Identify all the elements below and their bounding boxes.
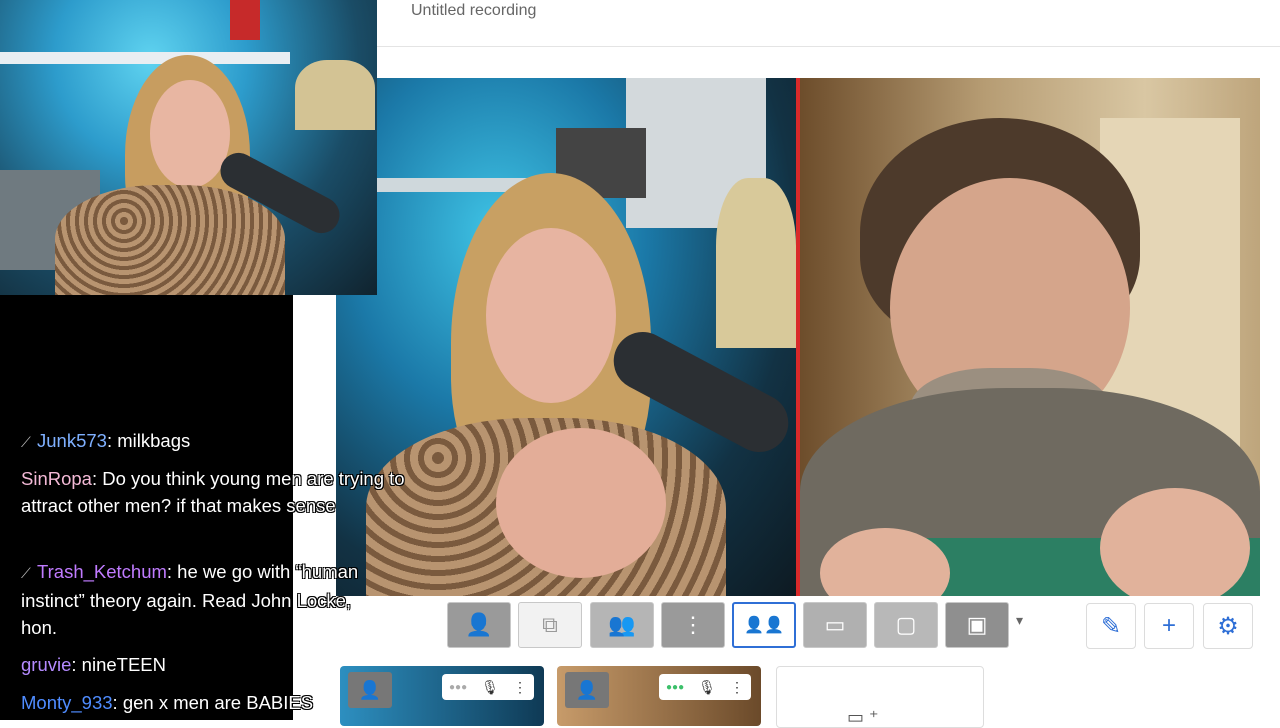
presentation-layout-icon: ▣ bbox=[966, 612, 988, 637]
audio-level-indicator: ●●● bbox=[666, 681, 685, 693]
layout-thumbnail-button[interactable]: ⋮ bbox=[661, 602, 725, 648]
chat-panel bbox=[0, 295, 293, 720]
chevron-down-icon[interactable]: ▾ bbox=[1016, 612, 1023, 629]
stage-video-host bbox=[336, 78, 797, 596]
layout-presentation-button[interactable]: ▣ bbox=[945, 602, 1009, 648]
person-icon: 👤 bbox=[565, 672, 609, 708]
tile-controls: ●●● 🎙 ⋮ bbox=[659, 674, 751, 700]
split-layout-icon: ▭ bbox=[824, 612, 846, 637]
add-button[interactable]: + bbox=[1144, 603, 1194, 649]
participant-tile[interactable]: 👤 ●●● 🎙 ⋮ bbox=[340, 666, 544, 726]
microphone-icon[interactable]: 🎙 bbox=[481, 679, 499, 696]
streamer-webcam bbox=[0, 0, 377, 295]
edit-button[interactable]: ✎ bbox=[1086, 603, 1136, 649]
layout-screen-button[interactable]: ▢ bbox=[874, 602, 938, 648]
participant-tile[interactable]: 👤 ●●● 🎙 ⋮ bbox=[557, 666, 761, 726]
two-people-icon: 👤👤 bbox=[744, 617, 784, 634]
layout-side-by-side-button[interactable]: 👤👤 bbox=[732, 602, 796, 648]
layout-solo-button[interactable]: 👤 bbox=[447, 602, 511, 648]
top-bar: Untitled recording bbox=[377, 0, 1280, 47]
tile-controls: ●●● 🎙 ⋮ bbox=[442, 674, 534, 700]
settings-button[interactable]: ⚙ bbox=[1203, 603, 1253, 649]
thumbnail-layout-icon: ⋮ bbox=[682, 612, 704, 637]
add-source-icon: ▭ ⁺ bbox=[847, 707, 879, 727]
stage-video-guest bbox=[800, 78, 1260, 596]
more-options-icon[interactable]: ⋮ bbox=[513, 679, 527, 696]
person-icon: 👤 bbox=[465, 612, 493, 637]
layout-group-button[interactable]: 👥 bbox=[590, 602, 654, 648]
layout-cropped-button[interactable]: ⧉ bbox=[518, 602, 582, 648]
audio-level-indicator: ●●● bbox=[449, 681, 468, 693]
plus-icon: + bbox=[1161, 612, 1176, 639]
layout-split-button[interactable]: ▭ bbox=[803, 602, 867, 648]
person-icon: 👤 bbox=[348, 672, 392, 708]
group-icon: 👥 bbox=[608, 612, 636, 637]
add-source-tile[interactable]: ▭ ⁺ bbox=[776, 666, 984, 728]
screen-layout-icon: ▢ bbox=[895, 612, 917, 637]
microphone-icon[interactable]: 🎙 bbox=[698, 679, 716, 696]
more-options-icon[interactable]: ⋮ bbox=[730, 679, 744, 696]
cropped-layout-icon: ⧉ bbox=[542, 612, 558, 637]
gear-icon: ⚙ bbox=[1217, 612, 1239, 640]
recording-title[interactable]: Untitled recording bbox=[411, 2, 536, 20]
active-speaker-indicator bbox=[796, 78, 800, 596]
pencil-icon: ✎ bbox=[1100, 612, 1122, 640]
